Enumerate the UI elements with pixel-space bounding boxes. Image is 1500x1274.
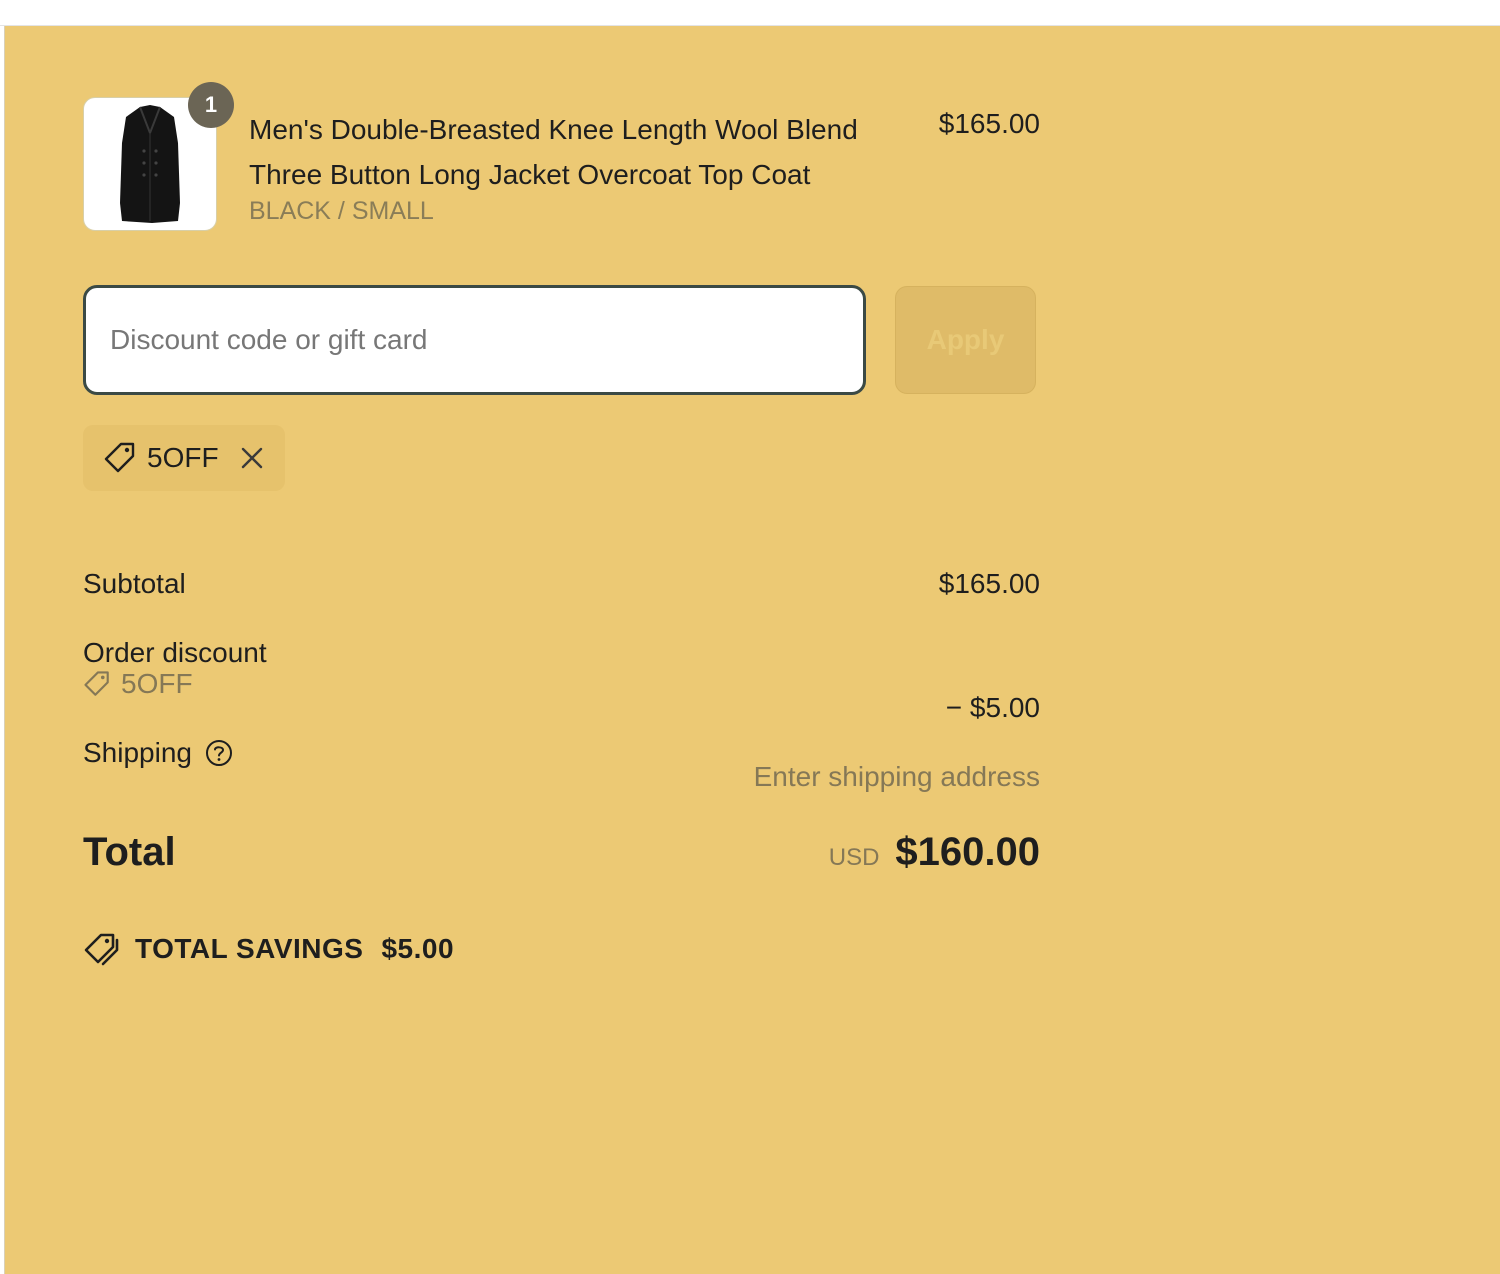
shipping-row: Shipping <box>83 737 234 769</box>
order-discount-value: − $5.00 <box>945 692 1040 723</box>
applied-discount-chip: 5OFF <box>83 425 285 491</box>
tag-icon <box>104 442 135 473</box>
product-variant: BLACK / SMALL <box>249 197 434 225</box>
total-amount: $160.00 <box>895 830 1040 874</box>
order-discount-code: 5OFF <box>121 668 193 699</box>
tag-icon <box>84 671 109 696</box>
total-label: Total <box>83 830 176 874</box>
subtotal-label: Subtotal <box>83 568 186 599</box>
shipping-label: Shipping <box>83 737 192 768</box>
applied-discount-code: 5OFF <box>147 442 219 473</box>
product-title: Men's Double-Breasted Knee Length Wool B… <box>249 114 858 190</box>
total-savings-label: TOTAL SAVINGS <box>135 933 364 964</box>
double-tag-icon <box>84 933 119 966</box>
quantity-badge: 1 <box>188 82 234 128</box>
currency-code: USD <box>828 844 880 871</box>
subtotal-value: $165.00 <box>938 568 1040 599</box>
apply-button[interactable]: Apply <box>895 286 1036 394</box>
order-discount-code-row: 5OFF <box>83 668 193 700</box>
help-circle-icon[interactable] <box>204 738 234 768</box>
remove-discount-button[interactable] <box>237 443 267 473</box>
discount-code-input[interactable] <box>83 285 866 395</box>
total-savings-amount: $5.00 <box>381 933 455 964</box>
overcoat-image <box>120 105 180 223</box>
shipping-value: Enter shipping address <box>753 761 1040 792</box>
product-price: $165.00 <box>938 108 1040 139</box>
total-value-group: USD $160.00 <box>829 830 1040 875</box>
total-savings: TOTAL SAVINGS $5.00 <box>83 932 454 966</box>
close-icon <box>241 447 262 469</box>
order-discount-label: Order discount <box>83 637 267 668</box>
